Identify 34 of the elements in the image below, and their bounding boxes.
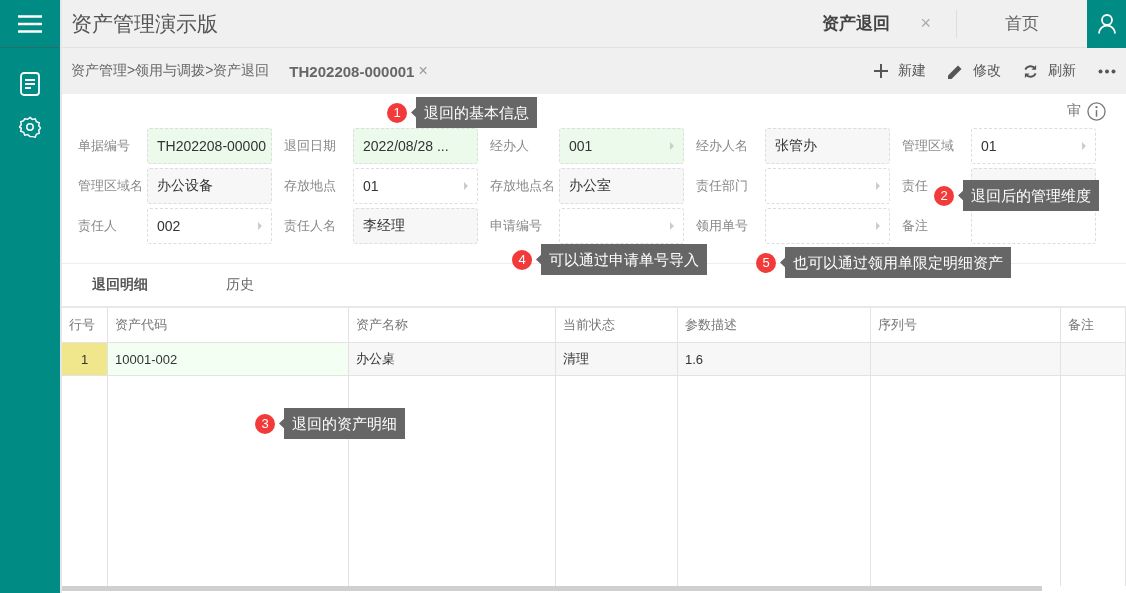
table-cell: 10001-002: [108, 343, 349, 376]
field-label: 管理区域: [902, 137, 954, 155]
callout-tooltip: 退回的资产明细: [279, 408, 405, 439]
callout-tooltip: 也可以通过领用单限定明细资产: [780, 247, 1011, 278]
field-label: 责任: [902, 177, 928, 195]
callout-tooltip: 退回的基本信息: [411, 97, 537, 128]
table-cell: 办公桌: [349, 343, 556, 376]
field-label: 单据编号: [78, 137, 130, 155]
field-label: 管理区域名: [78, 177, 143, 195]
field-label: 领用单号: [696, 217, 748, 235]
document-number: TH202208-000001: [289, 62, 415, 80]
audit-label: 审: [1067, 102, 1081, 120]
field-label: 存放地点名: [490, 177, 555, 195]
step-badge: 2: [934, 185, 954, 206]
field-label: 责任部门: [696, 177, 748, 195]
field-label: 责任人: [78, 217, 117, 235]
table-cell: 1: [62, 343, 108, 376]
step-badge: 4: [512, 249, 532, 270]
field-label: 退回日期: [284, 137, 336, 155]
table-cell: 清理: [556, 343, 678, 376]
field-label: 经办人名: [696, 137, 748, 155]
field-label: 存放地点: [284, 177, 336, 195]
step-badge: 5: [756, 252, 776, 273]
callout-tooltip: 可以通过申请单号导入: [536, 244, 707, 275]
callout-tooltip: 退回后的管理维度: [958, 180, 1099, 211]
app-title: 资产管理演示版: [70, 10, 219, 37]
field-label: 备注: [902, 217, 928, 235]
breadcrumb: 资产管理>领用与调拨>资产退回: [71, 62, 270, 80]
table-cell: 1.6: [678, 343, 871, 376]
field-label: 责任人名: [284, 217, 336, 235]
field-label: 经办人: [490, 137, 529, 155]
step-badge: 3: [255, 413, 275, 434]
step-badge: 1: [387, 102, 407, 123]
field-label: 申请编号: [490, 217, 542, 235]
